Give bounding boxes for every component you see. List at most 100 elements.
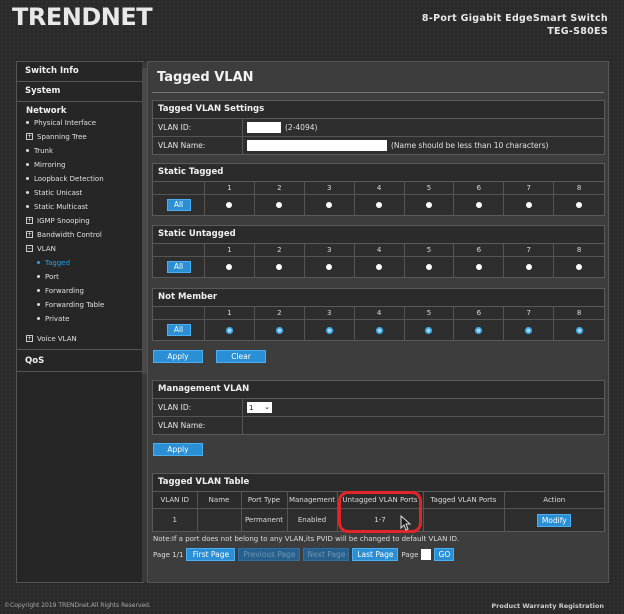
static-tagged-port-radio[interactable] bbox=[376, 202, 383, 208]
sidebar-item-igmp-snooping[interactable]: + IGMP Snooping bbox=[17, 214, 143, 228]
panel-title: Management VLAN bbox=[153, 381, 604, 399]
radio-cell bbox=[454, 257, 505, 277]
sidebar-item-static-unicast[interactable]: Static Unicast bbox=[17, 186, 143, 200]
mgmt-apply-button[interactable]: Apply bbox=[153, 443, 203, 456]
sidebar-item-network[interactable]: Network bbox=[17, 106, 143, 116]
brand-logo: TRENDnet bbox=[12, 3, 153, 31]
sidebar-subitem-tagged[interactable]: Tagged bbox=[17, 256, 143, 270]
sidebar-item-vlan[interactable]: − VLAN bbox=[17, 242, 143, 256]
port-header: 1 bbox=[205, 182, 255, 195]
sidebar-item-trunk[interactable]: Trunk bbox=[17, 144, 143, 158]
static-tagged-port-radio[interactable] bbox=[326, 202, 333, 208]
radio-cell bbox=[205, 257, 255, 277]
sidebar-item-loopback-detection[interactable]: Loopback Detection bbox=[17, 172, 143, 186]
first-page-button[interactable]: First Page bbox=[186, 548, 236, 561]
not-member-port-radio[interactable] bbox=[225, 326, 233, 334]
page-label: Page bbox=[401, 550, 419, 559]
port-header-spacer bbox=[153, 182, 205, 195]
static-untagged-port-radio[interactable] bbox=[226, 264, 233, 270]
vlan-name-cell: (Name should be less than 10 characters) bbox=[243, 140, 548, 151]
clear-button[interactable]: Clear bbox=[216, 350, 266, 363]
vlan-name-input[interactable] bbox=[247, 140, 387, 151]
port-header: 3 bbox=[304, 244, 355, 257]
static-tagged-port-radio[interactable] bbox=[425, 202, 432, 208]
not-member-port-radio[interactable] bbox=[575, 326, 583, 334]
tagged-vlan-settings-panel: Tagged VLAN Settings VLAN ID: (2-4094) V… bbox=[152, 100, 605, 155]
not-member-panel: Not Member 1 2 3 4 5 6 7 8 All bbox=[152, 288, 605, 341]
expand-icon: + bbox=[26, 216, 33, 224]
last-page-button[interactable]: Last Page bbox=[352, 548, 399, 561]
static-untagged-panel: Static Untagged 1 2 3 4 5 6 7 8 All bbox=[152, 225, 605, 278]
sidebar-subitem-forwarding[interactable]: Forwarding bbox=[17, 284, 143, 298]
static-untagged-port-radio[interactable] bbox=[525, 264, 532, 270]
all-static-tagged-button[interactable]: All bbox=[166, 199, 191, 211]
static-tagged-port-radio[interactable] bbox=[226, 202, 233, 208]
radio-cell bbox=[454, 320, 505, 340]
sidebar-item-spanning-tree[interactable]: + Spanning Tree bbox=[17, 130, 143, 144]
sidebar-subitem-forwarding-table[interactable]: Forwarding Table bbox=[17, 298, 143, 312]
radio-cell bbox=[355, 195, 405, 215]
not-member-port-radio[interactable] bbox=[525, 326, 533, 334]
warranty-link[interactable]: Product Warranty Registration bbox=[491, 602, 604, 610]
sidebar-item-label: Tagged bbox=[45, 259, 71, 267]
table-cell-tagged bbox=[423, 508, 505, 531]
not-member-port-radio[interactable] bbox=[325, 326, 333, 334]
page-title: Tagged VLAN bbox=[157, 70, 254, 85]
sidebar-item-system[interactable]: System bbox=[17, 82, 143, 102]
port-header: 4 bbox=[354, 182, 405, 195]
port-header: 1 bbox=[205, 307, 255, 320]
sidebar-item-label: Trunk bbox=[34, 147, 54, 155]
radio-cell bbox=[554, 320, 604, 340]
apply-button[interactable]: Apply bbox=[153, 350, 203, 363]
panel-title: Tagged VLAN Settings bbox=[153, 101, 604, 119]
static-untagged-port-radio[interactable] bbox=[576, 264, 583, 270]
static-untagged-port-radio[interactable] bbox=[475, 264, 482, 270]
sidebar-item-static-multicast[interactable]: Static Multicast bbox=[17, 200, 143, 214]
static-tagged-port-radio[interactable] bbox=[576, 202, 583, 208]
next-page-button[interactable]: Next Page bbox=[303, 548, 350, 561]
static-untagged-port-radio[interactable] bbox=[326, 264, 333, 270]
sidebar-item-label: Private bbox=[45, 315, 70, 323]
not-member-port-radio[interactable] bbox=[375, 326, 383, 334]
radio-cell bbox=[405, 257, 455, 277]
pagination: Page 1/1 First Page Previous Page Next P… bbox=[153, 548, 455, 561]
static-untagged-port-radio[interactable] bbox=[425, 264, 432, 270]
vlan-id-input[interactable] bbox=[247, 122, 281, 133]
sidebar-item-switch-info[interactable]: Switch Info bbox=[17, 62, 143, 82]
column-header: Tagged VLAN Ports bbox=[423, 492, 505, 509]
sidebar-item-label: VLAN bbox=[37, 245, 56, 253]
go-button[interactable]: GO bbox=[434, 548, 455, 561]
previous-page-button[interactable]: Previous Page bbox=[238, 548, 301, 561]
not-member-port-radio[interactable] bbox=[475, 326, 483, 334]
bullet-icon bbox=[37, 275, 40, 278]
select-value: 1 bbox=[249, 403, 254, 412]
port-header: 8 bbox=[554, 307, 604, 320]
not-member-port-radio[interactable] bbox=[425, 326, 433, 334]
port-header: 2 bbox=[254, 307, 305, 320]
sidebar-item-qos[interactable]: QoS bbox=[17, 352, 143, 372]
sidebar-subitem-private[interactable]: Private bbox=[17, 312, 143, 326]
modify-button[interactable]: Modify bbox=[537, 513, 572, 527]
static-tagged-port-radio[interactable] bbox=[475, 202, 482, 208]
sidebar-item-mirroring[interactable]: Mirroring bbox=[17, 158, 143, 172]
expand-icon: + bbox=[26, 132, 33, 140]
sidebar-item-label: Voice VLAN bbox=[37, 335, 77, 343]
all-static-untagged-button[interactable]: All bbox=[166, 261, 191, 273]
table-cell-vlan-id: 1 bbox=[153, 508, 198, 531]
radio-cell bbox=[405, 195, 455, 215]
all-not-member-button[interactable]: All bbox=[166, 324, 191, 336]
port-header: 6 bbox=[454, 182, 505, 195]
sidebar-subitem-port[interactable]: Port bbox=[17, 270, 143, 284]
not-member-port-radio[interactable] bbox=[275, 326, 283, 334]
radio-cell bbox=[554, 257, 604, 277]
radio-cell bbox=[355, 257, 405, 277]
static-untagged-port-radio[interactable] bbox=[376, 264, 383, 270]
sidebar-item-physical-interface[interactable]: Physical Interface bbox=[17, 116, 143, 130]
static-tagged-port-radio[interactable] bbox=[276, 202, 283, 208]
sidebar-item-bandwidth-control[interactable]: + Bandwidth Control bbox=[17, 228, 143, 242]
static-tagged-port-radio[interactable] bbox=[525, 202, 532, 208]
mgmt-vlan-id-select[interactable]: 1 ⌄ bbox=[247, 402, 272, 413]
page-input[interactable] bbox=[421, 549, 432, 560]
sidebar-item-voice-vlan[interactable]: + Voice VLAN bbox=[17, 332, 143, 346]
static-untagged-port-radio[interactable] bbox=[276, 264, 283, 270]
